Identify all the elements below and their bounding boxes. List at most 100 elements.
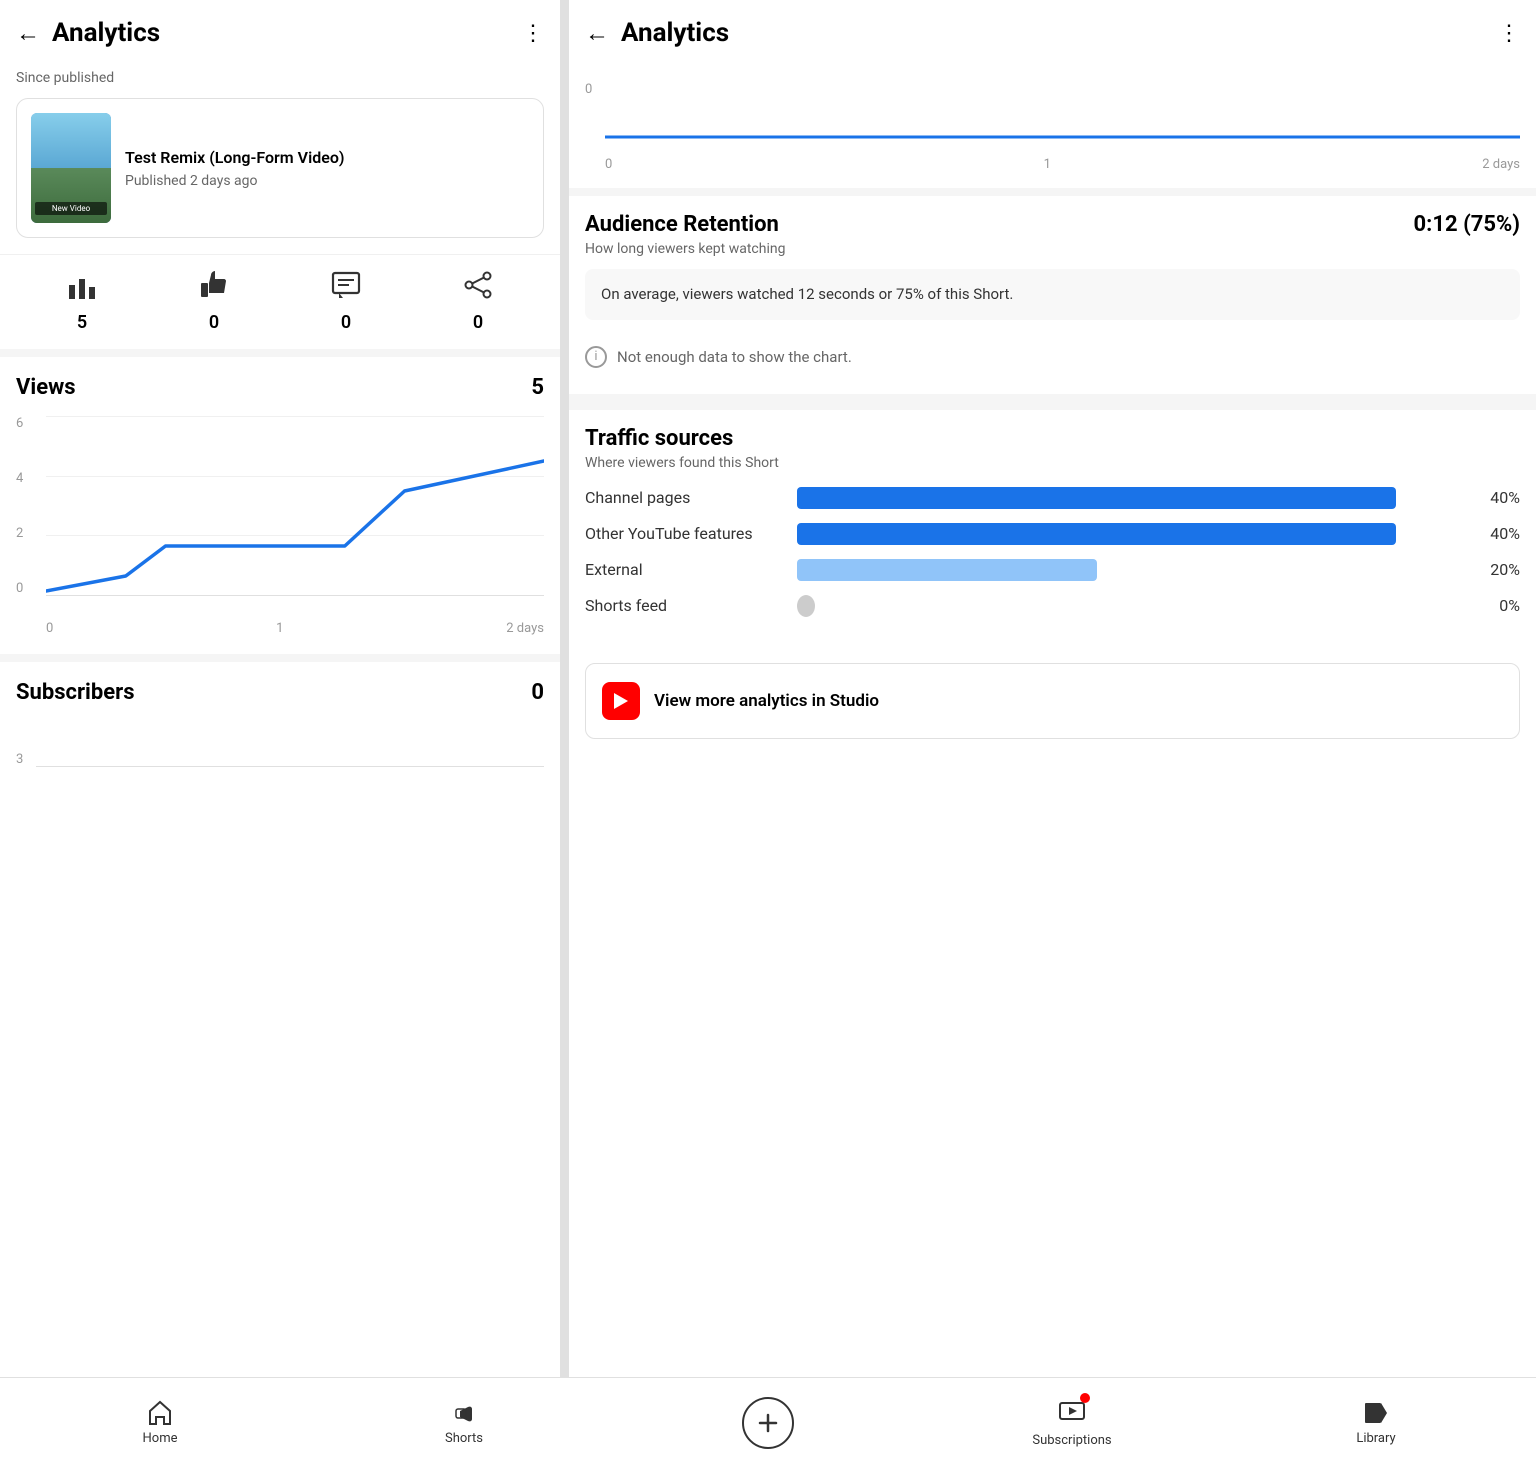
subs-chart: 3	[16, 717, 544, 797]
traffic-label-external: External	[585, 560, 785, 579]
right-small-chart: 0 0 1 2 days	[585, 82, 1520, 172]
traffic-section: Traffic sources Where viewers found this…	[569, 402, 1536, 647]
traffic-label-other: Other YouTube features	[585, 524, 785, 543]
traffic-bar-shorts-fill	[797, 595, 815, 617]
share-icon	[463, 271, 493, 306]
video-published: Published 2 days ago	[125, 173, 529, 189]
audience-section: Audience Retention 0:12 (75%) How long v…	[569, 196, 1536, 394]
studio-button-label: View more analytics in Studio	[654, 691, 879, 711]
audience-header: Audience Retention 0:12 (75%)	[585, 212, 1520, 237]
views-chart-svg	[46, 416, 544, 596]
stat-comments[interactable]: 0	[331, 271, 361, 333]
subs-value: 0	[531, 680, 544, 705]
stat-likes-value: 0	[209, 312, 219, 333]
right-subscriptions-badge	[1080, 1393, 1090, 1403]
stat-views[interactable]: 5	[67, 271, 97, 333]
left-back-button[interactable]: ←	[16, 19, 40, 48]
views-x-labels: 0 1 2 days	[46, 615, 544, 636]
traffic-item-channel-pages: Channel pages 40%	[585, 487, 1520, 509]
right-small-chart-section: 0 0 1 2 days	[569, 66, 1536, 188]
right-chart-area	[605, 82, 1520, 142]
traffic-pct-other: 40%	[1475, 524, 1520, 543]
right-add-button[interactable]	[742, 1397, 794, 1449]
traffic-pct-shorts: 0%	[1475, 596, 1520, 615]
stat-comments-value: 0	[341, 312, 351, 333]
views-title: Views	[16, 375, 76, 400]
video-title: Test Remix (Long-Form Video)	[125, 148, 529, 167]
right-more-button[interactable]: ⋮	[1498, 21, 1520, 46]
stat-likes[interactable]: 0	[199, 271, 229, 333]
traffic-label-shorts: Shorts feed	[585, 596, 785, 615]
right-subscriptions-icon-wrapper	[1058, 1397, 1086, 1429]
studio-icon	[602, 682, 640, 720]
audience-info-box: On average, viewers watched 12 seconds o…	[585, 269, 1520, 320]
panel-divider	[560, 0, 568, 1467]
traffic-bar-external-fill	[797, 559, 1097, 581]
left-more-button[interactable]: ⋮	[522, 21, 544, 46]
traffic-subtitle: Where viewers found this Short	[585, 455, 1520, 471]
stats-row: 5 0	[0, 254, 560, 349]
bar-chart-icon	[67, 271, 97, 306]
right-back-button[interactable]: ←	[585, 19, 609, 48]
views-value: 5	[531, 375, 544, 400]
info-icon: i	[585, 346, 607, 368]
subs-y-label: 3	[16, 752, 23, 767]
right-panel: ← Analytics ⋮ 0 0 1 2 days	[568, 0, 1536, 1467]
subs-title: Subscribers	[16, 680, 135, 705]
stat-views-value: 5	[77, 312, 87, 333]
right-nav-shorts[interactable]: Shorts	[568, 1399, 616, 1446]
right-nav-library[interactable]: Library	[1224, 1399, 1528, 1446]
stat-shares-value: 0	[473, 312, 483, 333]
right-nav-subscriptions[interactable]: Subscriptions	[920, 1397, 1224, 1448]
right-nav-library-label: Library	[1356, 1431, 1395, 1446]
right-plus-icon	[756, 1411, 780, 1435]
traffic-pct-external: 20%	[1475, 560, 1520, 579]
left-page-title: Analytics	[52, 18, 522, 48]
right-chart-y-label: 0	[585, 82, 592, 97]
traffic-bar-shorts	[797, 595, 1463, 617]
studio-logo-icon	[610, 690, 632, 712]
video-thumbnail: New Video	[31, 113, 111, 223]
right-library-icon	[1362, 1399, 1390, 1427]
subscribers-section: Subscribers 0 3	[0, 662, 560, 815]
video-info: Test Remix (Long-Form Video) Published 2…	[125, 148, 529, 189]
traffic-bar-channel-fill	[797, 487, 1396, 509]
traffic-label-channel: Channel pages	[585, 488, 785, 507]
video-thumb-label: New Video	[35, 202, 107, 215]
no-data-box: i Not enough data to show the chart.	[585, 336, 1520, 378]
right-page-title: Analytics	[621, 18, 1498, 48]
since-published-label: Since published	[0, 66, 560, 94]
right-chart-x-labels: 0 1 2 days	[605, 157, 1520, 172]
traffic-bar-other	[797, 523, 1463, 545]
traffic-title: Traffic sources	[585, 426, 1520, 451]
subs-chart-area	[36, 717, 544, 767]
traffic-item-other-yt: Other YouTube features 40%	[585, 523, 1520, 545]
video-card[interactable]: New Video Test Remix (Long-Form Video) P…	[16, 98, 544, 238]
stat-shares[interactable]: 0	[463, 271, 493, 333]
views-section: Views 5 6 4 2 0	[0, 357, 560, 654]
traffic-bar-channel	[797, 487, 1463, 509]
traffic-pct-channel: 40%	[1475, 488, 1520, 507]
right-scroll-content: 0 0 1 2 days Audience Retention 0:12 (75…	[569, 66, 1536, 1467]
traffic-item-external: External 20%	[585, 559, 1520, 581]
views-chart: 6 4 2 0 0 1	[16, 416, 544, 636]
right-bottom-nav: Home Shorts	[568, 1377, 1536, 1467]
views-header: Views 5	[16, 375, 544, 400]
comment-icon	[331, 271, 361, 306]
right-header: ← Analytics ⋮	[569, 0, 1536, 66]
left-header: ← Analytics ⋮	[0, 0, 560, 66]
right-nav-subscriptions-label: Subscriptions	[1032, 1433, 1111, 1448]
audience-value: 0:12 (75%)	[1414, 212, 1520, 237]
no-data-text: Not enough data to show the chart.	[617, 348, 852, 366]
traffic-bar-other-fill	[797, 523, 1396, 545]
views-chart-area	[46, 416, 544, 596]
right-chart-svg	[605, 82, 1520, 142]
right-nav-add[interactable]	[616, 1397, 920, 1449]
audience-title: Audience Retention	[585, 212, 779, 237]
thumbs-up-icon	[199, 271, 229, 306]
views-y-labels: 6 4 2 0	[16, 416, 31, 596]
traffic-item-shorts-feed: Shorts feed 0%	[585, 595, 1520, 617]
traffic-bar-external	[797, 559, 1463, 581]
studio-button[interactable]: View more analytics in Studio	[585, 663, 1520, 739]
left-panel: ← Analytics ⋮ Since published New Video …	[0, 0, 560, 1467]
